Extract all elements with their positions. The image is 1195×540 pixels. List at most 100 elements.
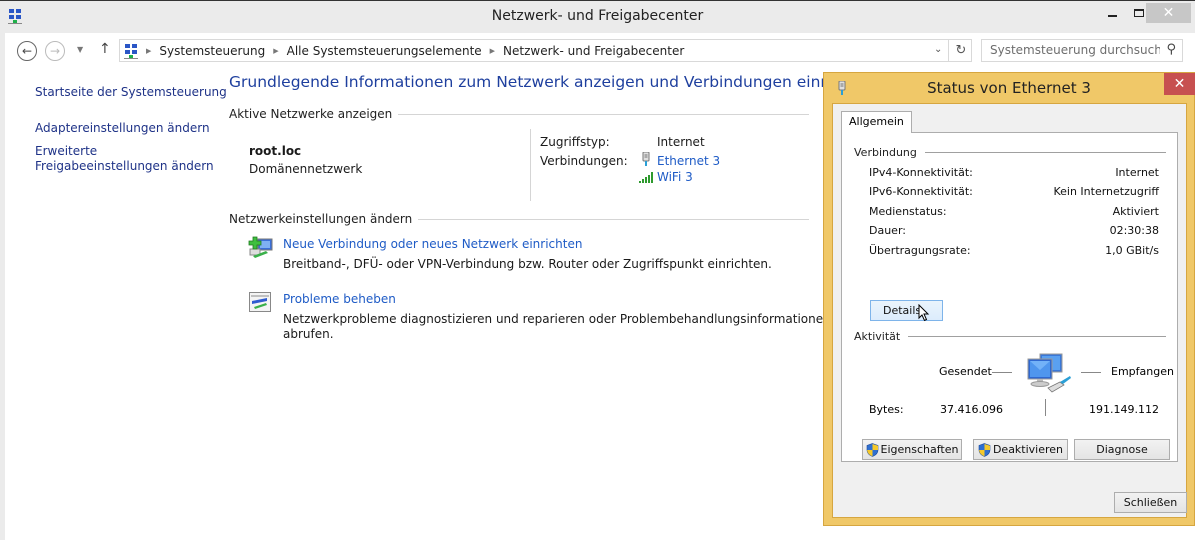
task-description: Breitband-, DFÜ- oder VPN-Verbindung bzw… [283, 257, 772, 271]
bytes-sent-value: 37.416.096 [940, 403, 1003, 416]
access-type-label: Zugriffstyp: [540, 135, 610, 149]
disable-button[interactable]: Deaktivieren [973, 439, 1068, 460]
page-title: Grundlegende Informationen zum Netzwerk … [229, 73, 875, 91]
divider [1045, 399, 1046, 416]
connections-label: Verbindungen: [540, 154, 628, 168]
up-button[interactable]: ↑ [99, 41, 111, 57]
minimize-icon [1108, 15, 1117, 17]
search-box: ⚲ [981, 39, 1183, 62]
task-link-troubleshoot[interactable]: Probleme beheben [283, 292, 396, 306]
connection-link-ethernet-3[interactable]: Ethernet 3 [657, 154, 720, 168]
breadcrumb-separator-icon[interactable]: ▶ [273, 47, 278, 55]
divider [398, 113, 809, 115]
sidebar-item-adapter-settings[interactable]: Adaptereinstellungen ändern [35, 121, 210, 136]
wifi-signal-icon [639, 172, 653, 183]
section-heading-label: Netzwerkeinstellungen ändern [229, 212, 413, 226]
close-icon: ✕ [1173, 76, 1186, 92]
search-input[interactable] [990, 43, 1160, 57]
navigation-bar: ← → ▼ ↑ ▶ Systemsteuerung ▶ Alle Systems… [0, 33, 1195, 69]
breadcrumb: ▶ Systemsteuerung ▶ Alle Systemsteuerung… [124, 43, 684, 59]
forward-arrow-icon: → [49, 44, 61, 58]
back-button[interactable]: ← [17, 41, 37, 61]
duration-value: 02:30:38 [1109, 224, 1159, 237]
bytes-received-value: 191.149.112 [1089, 403, 1159, 416]
divider [1081, 372, 1101, 373]
section-heading-label: Aktive Netzwerke anzeigen [229, 107, 393, 121]
ipv6-value: Kein Internetzugriff [1053, 185, 1159, 198]
close-button[interactable]: Schließen [1114, 492, 1187, 513]
divider [530, 129, 531, 201]
uac-shield-icon [978, 442, 991, 457]
bytes-label: Bytes: [869, 403, 904, 416]
divider [908, 336, 1166, 337]
duration-label: Dauer: [869, 224, 906, 237]
properties-button[interactable]: Eigenschaften [862, 439, 962, 460]
refresh-icon: ↻ [955, 43, 967, 58]
received-label: Empfangen [1111, 365, 1174, 378]
breadcrumb-item[interactable]: Alle Systemsteuerungselemente [287, 44, 482, 58]
control-panel-icon [124, 44, 138, 59]
sidebar-item-label: Erweiterte [35, 144, 98, 158]
status-dialog: Status von Ethernet 3 ✕ Allgemein Verbin… [823, 72, 1195, 526]
network-computers-icon [1027, 353, 1071, 393]
dialog-body: Allgemein Verbindung IPv4-Konnektivität:… [832, 103, 1187, 518]
new-connection-icon [248, 236, 273, 258]
close-window-button[interactable]: ✕ [1146, 3, 1191, 23]
close-icon: ✕ [1162, 5, 1175, 21]
task-description: abrufen. [283, 327, 334, 341]
ipv4-label: IPv4-Konnektivität: [869, 166, 973, 179]
connection-group-heading: Verbindung [854, 146, 1166, 159]
minimize-button[interactable] [1099, 3, 1126, 23]
dialog-title: Status von Ethernet 3 [927, 79, 1091, 97]
sidebar-item-control-panel-home[interactable]: Startseite der Systemsteuerung [35, 85, 227, 100]
ipv6-label: IPv6-Konnektivität: [869, 185, 973, 198]
dialog-close-button[interactable]: ✕ [1164, 73, 1195, 95]
access-type-value: Internet [657, 135, 705, 149]
media-status-value: Aktiviert [1112, 205, 1159, 218]
activity-group-heading: Aktivität [854, 330, 1166, 343]
ipv4-value: Internet [1115, 166, 1159, 179]
sent-label: Gesendet [939, 365, 992, 378]
breadcrumb-item[interactable]: Netzwerk- und Freigabecenter [503, 44, 684, 58]
chevron-down-icon: ▼ [77, 45, 84, 54]
speed-value: 1,0 GBit/s [1105, 244, 1159, 257]
back-arrow-icon: ← [21, 44, 33, 58]
connection-link-wifi-3[interactable]: WiFi 3 [657, 170, 693, 184]
tab-allgemein[interactable]: Allgemein [841, 111, 912, 133]
forward-button[interactable]: → [45, 41, 65, 61]
title-bar: Netzwerk- und Freigabecenter ✕ [0, 1, 1195, 33]
details-button[interactable]: Details. [870, 300, 943, 321]
up-arrow-icon: ↑ [99, 41, 111, 57]
ethernet-icon [642, 152, 650, 166]
speed-label: Übertragungsrate: [869, 244, 971, 257]
search-icon[interactable]: ⚲ [1166, 42, 1176, 57]
mouse-cursor-icon [918, 304, 930, 322]
group-label: Aktivität [854, 330, 901, 343]
address-dropdown-icon[interactable]: ⌄ [934, 44, 942, 55]
network-settings-heading: Netzwerkeinstellungen ändern [229, 212, 809, 226]
active-networks-heading: Aktive Netzwerke anzeigen [229, 107, 809, 121]
divider [992, 372, 1012, 373]
recent-locations-button[interactable]: ▼ [77, 45, 83, 54]
refresh-button[interactable]: ↻ [948, 40, 973, 61]
breadcrumb-item[interactable]: Systemsteuerung [159, 44, 265, 58]
media-status-label: Medienstatus: [869, 205, 947, 218]
divider [924, 152, 1166, 153]
tab-panel: Verbindung IPv4-Konnektivität: Internet … [841, 132, 1178, 462]
sidebar-item-label: Freigabeeinstellungen ändern [35, 159, 214, 173]
address-bar[interactable]: ▶ Systemsteuerung ▶ Alle Systemsteuerung… [119, 39, 972, 62]
task-description: Netzwerkprobleme diagnostizieren und rep… [283, 312, 831, 326]
uac-shield-icon [866, 442, 878, 457]
troubleshoot-icon [249, 292, 271, 312]
sidebar-item-advanced-sharing[interactable]: Erweiterte Freigabeeinstellungen ändern [35, 144, 214, 174]
breadcrumb-separator-icon[interactable]: ▶ [490, 47, 495, 55]
network-name: root.loc [249, 144, 302, 158]
network-type: Domänennetzwerk [249, 162, 363, 176]
breadcrumb-separator-icon[interactable]: ▶ [146, 47, 151, 55]
diagnose-button[interactable]: Diagnose [1074, 439, 1170, 460]
group-label: Verbindung [854, 146, 917, 159]
window-title: Netzwerk- und Freigabecenter [491, 8, 704, 24]
button-label: Deaktivieren [992, 443, 1064, 456]
window-left-border [0, 69, 5, 540]
task-link-new-connection[interactable]: Neue Verbindung oder neues Netzwerk einr… [283, 237, 582, 251]
